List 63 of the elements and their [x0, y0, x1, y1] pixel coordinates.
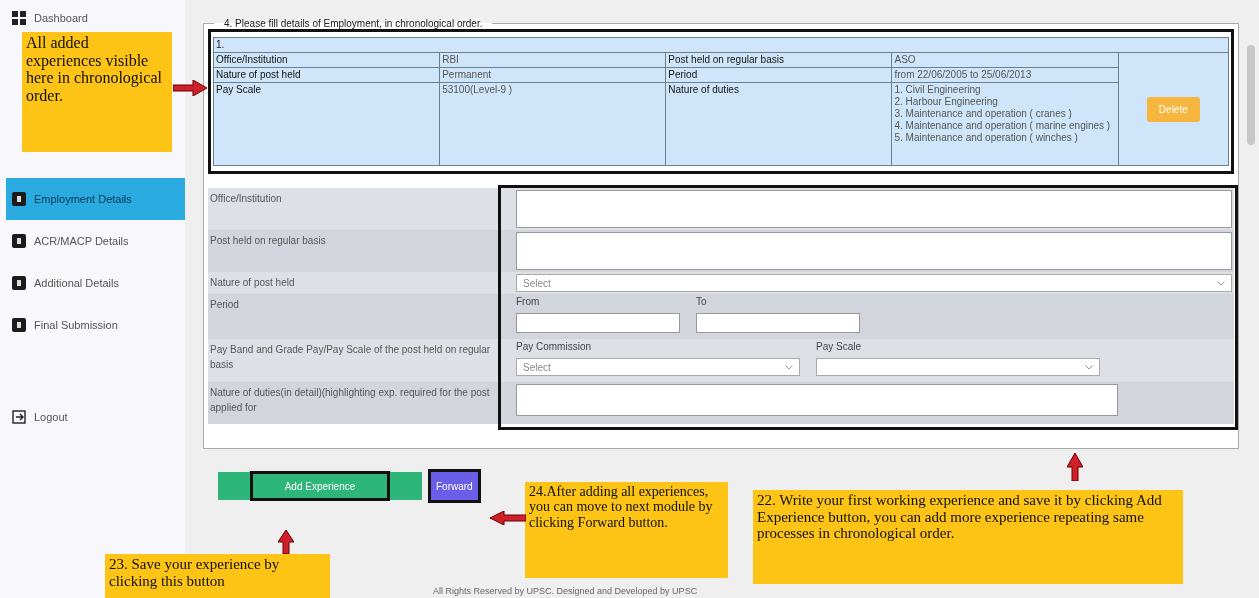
square-icon: [12, 234, 26, 248]
text-area[interactable]: [516, 190, 1232, 228]
table-cell: Post held on regular basis: [665, 52, 892, 68]
sidebar-item[interactable]: Employment Details: [6, 178, 185, 220]
logout-icon: [12, 410, 26, 424]
field-label: Pay Band and Grade Pay/Pay Scale of the post held on regular basis: [209, 343, 492, 372]
select-field[interactable]: Select: [516, 274, 1232, 292]
table-cell: RBI: [439, 52, 666, 68]
field-label: Pay Scale: [816, 341, 863, 352]
text-area[interactable]: [516, 232, 1232, 270]
record-number: 1.: [213, 37, 1229, 53]
arrow-icon: [173, 80, 207, 96]
field-label: Post held on regular basis: [209, 234, 327, 248]
field-label: Nature of post held: [209, 276, 296, 290]
table-cell: Nature of duties: [665, 82, 892, 166]
sidebar-item[interactable]: Additional Details: [0, 262, 185, 304]
table-cell: 53100(Level-9 ): [439, 82, 666, 166]
add-experience-button[interactable]: Add Experience: [218, 472, 422, 500]
sidebar-item[interactable]: ACR/MACP Details: [0, 220, 185, 262]
table-cell: Nature of post held: [213, 67, 440, 83]
duty-item: 5. Maintenance and operation ( winches ): [894, 132, 1079, 144]
field-label: To: [696, 296, 708, 307]
section-legend: 4. Please fill details of Employment, in chronological order.: [214, 18, 493, 29]
logout-link[interactable]: Logout: [0, 396, 185, 438]
chevron-icon: [1085, 364, 1093, 370]
table-cell: Period: [665, 67, 892, 83]
footer-text: All Rights Reserved by UPSC. Designed and Developed by UPSC: [433, 586, 699, 597]
field-label: From: [516, 296, 541, 307]
table-cell: ASO: [891, 52, 1119, 68]
callout-note: 23. Save your experience by clicking this button: [105, 554, 330, 598]
square-icon: [12, 318, 26, 332]
duty-item: 2. Harbour Engineering: [894, 96, 999, 108]
arrow-icon: [1067, 453, 1083, 481]
chevron-icon: [785, 364, 793, 370]
duty-item: 4. Maintenance and operation ( marine engines ): [894, 120, 1112, 132]
square-icon: [12, 276, 26, 290]
duty-item: 1. Civil Engineering: [894, 84, 982, 96]
table-cell: Permanent: [439, 67, 666, 83]
table-cell: Office/Institution: [213, 52, 440, 68]
input-field[interactable]: [516, 384, 1118, 416]
field-label: Office/Institution: [209, 192, 283, 206]
field-label: Nature of duties(in detail)(highlighting exp. required for the post applied for: [209, 386, 491, 415]
date-field[interactable]: [516, 313, 680, 333]
arrow-icon: [490, 511, 526, 525]
table-cell: from 22/06/2005 to 25/06/2013: [891, 67, 1119, 83]
sidebar-item[interactable]: Dashboard: [0, 8, 185, 28]
select-field[interactable]: [816, 358, 1100, 376]
sidebar-item[interactable]: Final Submission: [0, 304, 185, 346]
callout-note: 22. Write your first working experience and save it by clicking Add Experience button, you can add more experience repeating same processes in chronological order.: [753, 490, 1183, 584]
date-field[interactable]: [696, 313, 860, 333]
table-cell: Pay Scale: [213, 82, 440, 166]
arrow-icon: [278, 530, 294, 554]
field-label: Period: [209, 298, 240, 312]
square-icon: [12, 192, 26, 206]
callout-note: 24.After adding all experiences, you can move to next module by clicking Forward button.: [525, 482, 728, 578]
select-field[interactable]: Select: [516, 358, 800, 376]
grid-icon: [12, 11, 26, 25]
chevron-icon: [1217, 280, 1225, 286]
field-label: Pay Commission: [516, 341, 593, 352]
duty-item: 3. Maintenance and operation ( cranes ): [894, 108, 1073, 120]
scrollbar[interactable]: [1247, 45, 1255, 145]
callout-note: All added experiences visible here in chronological order.: [22, 32, 172, 152]
forward-button[interactable]: Forward: [428, 469, 481, 503]
